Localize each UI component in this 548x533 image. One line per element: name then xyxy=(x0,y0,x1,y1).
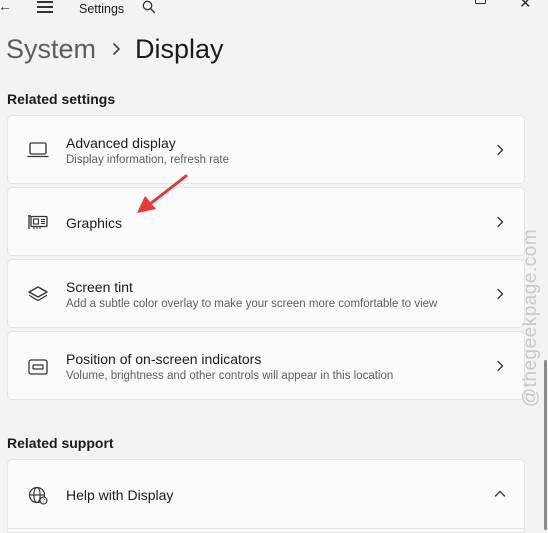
advanced-display-label: Advanced display xyxy=(66,135,176,151)
title-bar: ← Settings ✕ xyxy=(0,0,548,20)
related-support-heading: Related support xyxy=(7,435,114,451)
back-arrow-icon[interactable]: ← xyxy=(0,0,12,14)
search-icon[interactable] xyxy=(142,0,156,14)
chevron-right-icon xyxy=(497,360,504,372)
advanced-display-card[interactable]: Advanced display Display information, re… xyxy=(7,115,525,184)
help-with-display-card[interactable]: ? Help with Display xyxy=(7,459,525,533)
advanced-display-description: Display information, refresh rate xyxy=(66,154,229,166)
page-title: Display xyxy=(135,33,224,64)
chevron-right-icon xyxy=(497,288,504,300)
breadcrumb: System Display xyxy=(6,29,224,69)
app-title: Settings xyxy=(79,2,125,16)
chevron-right-icon xyxy=(497,144,504,156)
on-screen-indicator-icon xyxy=(26,357,50,377)
graphics-card[interactable]: Graphics xyxy=(7,187,525,256)
divider xyxy=(8,528,524,529)
screen-tint-label: Screen tint xyxy=(66,279,133,295)
graphics-card-icon xyxy=(26,212,50,232)
globe-help-icon: ? xyxy=(26,485,50,505)
hamburger-menu-icon[interactable] xyxy=(37,1,53,13)
watermark-text: @thegeekpage.com xyxy=(520,228,541,408)
close-icon[interactable]: ✕ xyxy=(519,0,532,12)
chevron-right-icon xyxy=(497,216,504,228)
on-screen-indicators-description: Volume, brightness and other controls wi… xyxy=(66,370,394,382)
chevron-right-icon xyxy=(112,42,121,56)
graphics-label: Graphics xyxy=(66,215,123,231)
monitor-icon xyxy=(26,140,50,160)
scrollbar[interactable] xyxy=(544,360,547,530)
watermark: @thegeekpage.com xyxy=(520,228,542,408)
screen-tint-card[interactable]: Screen tint Add a subtle color overlay t… xyxy=(7,259,525,328)
on-screen-indicators-card[interactable]: Position of on-screen indicators Volume,… xyxy=(7,331,525,400)
chevron-up-icon[interactable] xyxy=(494,488,506,500)
breadcrumb-system[interactable]: System xyxy=(6,34,96,65)
maximize-icon[interactable] xyxy=(475,0,486,4)
help-with-display-label: Help with Display xyxy=(66,487,174,503)
on-screen-indicators-label: Position of on-screen indicators xyxy=(66,351,262,367)
layers-icon xyxy=(26,285,50,305)
screen-tint-description: Add a subtle color overlay to make your … xyxy=(66,298,438,310)
related-settings-heading: Related settings xyxy=(7,91,116,107)
svg-text:?: ? xyxy=(42,499,45,505)
